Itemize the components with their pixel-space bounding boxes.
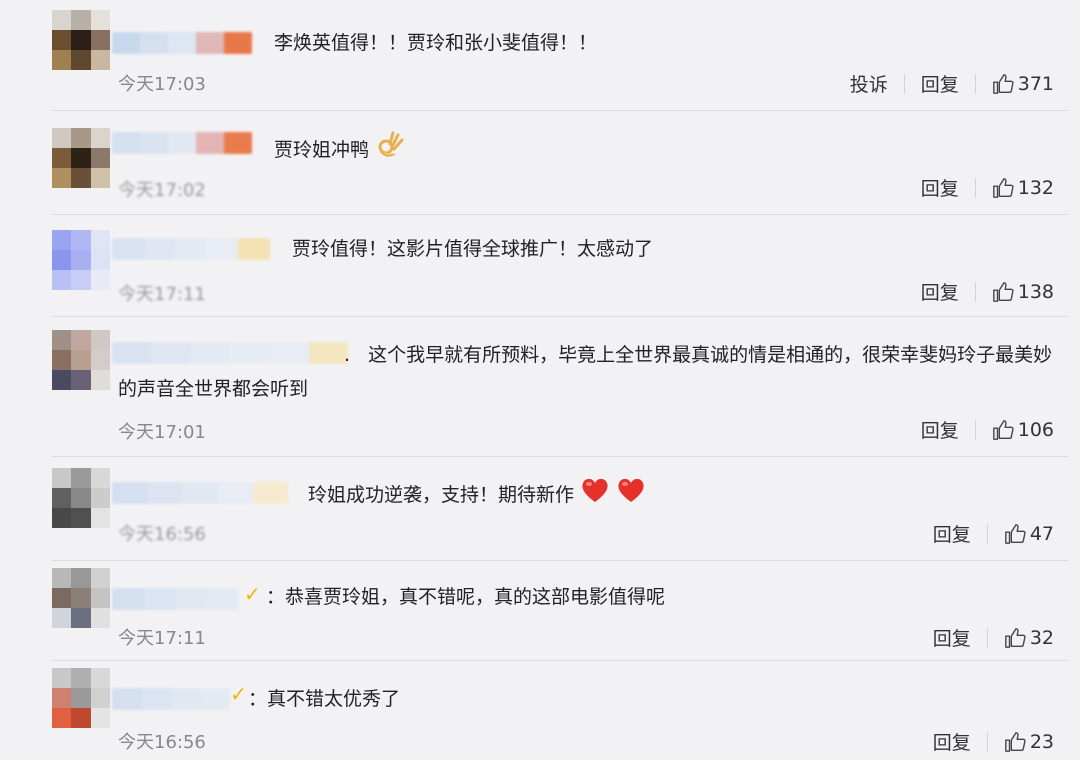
comment-item: 玲姐成功逆袭，支持！期待新作 今天16:56 回复 47 <box>0 458 1080 562</box>
comment-time: 今天17:03 <box>118 74 206 95</box>
like-count: 138 <box>1017 280 1054 303</box>
comment-time: 今天17:11 <box>118 284 206 305</box>
avatar[interactable] <box>52 230 110 290</box>
thumbs-up-icon <box>1004 731 1026 752</box>
divider <box>52 316 1068 317</box>
reply-button[interactable]: 回复 <box>905 70 975 97</box>
username[interactable] <box>112 482 288 504</box>
thumbs-up-icon <box>992 177 1014 198</box>
comment-time: 今天17:01 <box>118 422 206 443</box>
heart-icon <box>616 476 646 515</box>
verified-badge-icon: ✓ <box>230 682 247 706</box>
divider <box>52 214 1068 215</box>
comment-time: 今天17:11 <box>118 628 206 649</box>
avatar[interactable] <box>52 468 110 528</box>
avatar[interactable] <box>52 330 110 390</box>
comment-item: ✓ ：恭喜贾玲姐，真不错呢，真的这部电影值得呢 今天17:11 回复 32 <box>0 562 1080 662</box>
comment-time: 今天17:02 <box>118 180 206 201</box>
like-button[interactable]: 47 <box>988 523 1054 545</box>
like-button[interactable]: 132 <box>976 177 1054 199</box>
like-button[interactable]: 32 <box>988 627 1054 649</box>
heart-icon <box>580 476 610 515</box>
comment-text: 李焕英值得！！贾玲和张小斐值得！！ <box>274 32 598 54</box>
avatar[interactable] <box>52 10 110 70</box>
like-count: 132 <box>1017 176 1054 199</box>
comment-time: 今天16:56 <box>118 732 206 753</box>
avatar[interactable] <box>52 128 110 188</box>
divider <box>52 560 1068 561</box>
comment-actions: 回复 106 <box>905 416 1054 443</box>
comment-prefix: . <box>344 344 351 366</box>
comment-actions: 回复 23 <box>917 728 1054 755</box>
comment-item: ✓ ：真不错太优秀了 今天16:56 回复 23 <box>0 662 1080 760</box>
comment-actions: 回复 132 <box>905 174 1054 201</box>
like-button[interactable]: 23 <box>988 731 1054 753</box>
reply-button[interactable]: 回复 <box>917 624 987 651</box>
comment-text: ：恭喜贾玲姐，真不错呢，真的这部电影值得呢 <box>266 580 665 614</box>
comment-item: 贾玲值得！这影片值得全球推广！太感动了 今天17:11 回复 138 <box>0 216 1080 318</box>
comment-prefix: ： <box>266 586 286 608</box>
like-count: 23 <box>1029 730 1054 753</box>
like-count: 371 <box>1017 72 1054 95</box>
thumbs-up-icon <box>992 419 1014 440</box>
comment-time: 今天16:56 <box>118 524 206 545</box>
reply-button[interactable]: 回复 <box>917 728 987 755</box>
username[interactable] <box>112 588 238 610</box>
comment-item: 贾玲姐冲鸭 今天17:02 回复 132 <box>0 112 1080 216</box>
report-button[interactable]: 投诉 <box>834 70 904 97</box>
divider <box>52 456 1068 457</box>
divider <box>52 110 1068 111</box>
username[interactable] <box>112 132 252 154</box>
comment-actions: 回复 47 <box>917 520 1054 547</box>
reply-button[interactable]: 回复 <box>917 520 987 547</box>
thumbs-up-icon <box>992 73 1014 94</box>
like-count: 47 <box>1029 522 1054 545</box>
avatar[interactable] <box>52 668 110 728</box>
reply-button[interactable]: 回复 <box>905 278 975 305</box>
thumbs-up-icon <box>1004 627 1026 648</box>
username[interactable] <box>112 688 230 710</box>
comment-text-content: 这个我早就有所预料，毕竟上全世界最真诚的情是相通的，很荣幸斐妈玲子最美妙的声音全… <box>118 344 1053 400</box>
comment-item: . 这个我早就有所预料，毕竟上全世界最真诚的情是相通的，很荣幸斐妈玲子最美妙的声… <box>0 318 1080 458</box>
ok-hand-icon <box>375 130 405 171</box>
verified-badge-icon: ✓ <box>244 582 261 606</box>
username[interactable] <box>112 32 252 54</box>
comment-prefix: ： <box>248 688 268 710</box>
comment-text: 贾玲姐冲鸭 <box>274 130 405 171</box>
reply-button[interactable]: 回复 <box>905 174 975 201</box>
like-button[interactable]: 106 <box>976 419 1054 441</box>
like-count: 106 <box>1017 418 1054 441</box>
comment-text-content: 贾玲姐冲鸭 <box>274 139 370 161</box>
thumbs-up-icon <box>992 281 1014 302</box>
like-count: 32 <box>1029 626 1054 649</box>
comment-text: 贾玲值得！这影片值得全球推广！太感动了 <box>292 238 654 260</box>
comment-actions: 回复 138 <box>905 278 1054 305</box>
reply-button[interactable]: 回复 <box>905 416 975 443</box>
comment-actions: 投诉 回复 371 <box>834 70 1054 97</box>
comment-text-content: 真不错太优秀了 <box>267 688 401 710</box>
username[interactable] <box>112 238 270 260</box>
comment-text-content: 玲姐成功逆袭，支持！期待新作 <box>308 484 575 506</box>
thumbs-up-icon <box>1004 523 1026 544</box>
comment-text: . 这个我早就有所预料，毕竟上全世界最真诚的情是相通的，很荣幸斐妈玲子最美妙的声… <box>118 338 1068 406</box>
divider <box>52 660 1068 661</box>
comment-text: 玲姐成功逆袭，支持！期待新作 <box>308 476 646 515</box>
comment-actions: 回复 32 <box>917 624 1054 651</box>
comment-text-content: 恭喜贾玲姐，真不错呢，真的这部电影值得呢 <box>285 586 666 608</box>
comment-text: ：真不错太优秀了 <box>248 682 400 716</box>
like-button[interactable]: 138 <box>976 281 1054 303</box>
comment-item: 李焕英值得！！贾玲和张小斐值得！！ 今天17:03 投诉 回复 371 <box>0 0 1080 112</box>
like-button[interactable]: 371 <box>976 73 1054 95</box>
avatar[interactable] <box>52 568 110 628</box>
